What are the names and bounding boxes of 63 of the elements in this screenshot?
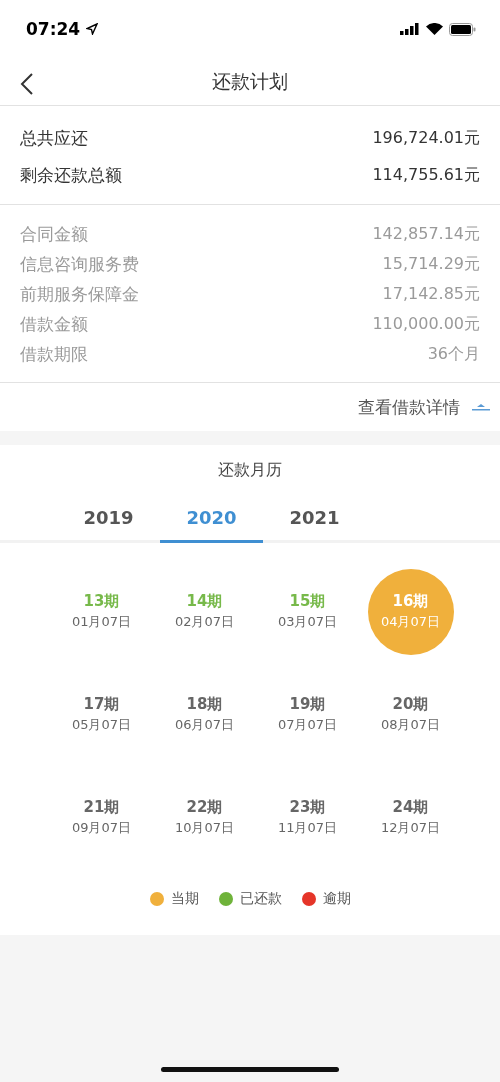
period-number: 22期 xyxy=(186,798,223,817)
period-date: 08月07日 xyxy=(380,716,441,734)
period-date: 01月07日 xyxy=(71,613,132,631)
wifi-icon xyxy=(426,23,443,35)
period-item[interactable]: 24期 12月07日 xyxy=(367,774,454,861)
period-item[interactable]: 21期 09月07日 xyxy=(58,774,145,861)
period-date: 07月07日 xyxy=(277,716,338,734)
period-number: 13期 xyxy=(83,592,120,611)
year-tab[interactable]: 2019 xyxy=(57,495,160,543)
detail-label: 合同金额 xyxy=(20,222,88,246)
legend-label: 逾期 xyxy=(322,890,351,908)
calendar-title: 还款月历 xyxy=(218,459,282,481)
period-item[interactable]: 19期 07月07日 xyxy=(264,671,351,758)
period-item[interactable]: 17期 05月07日 xyxy=(58,671,145,758)
period-date: 05月07日 xyxy=(71,716,132,734)
summary-value: 114,755.61元 xyxy=(372,165,480,186)
period-number: 19期 xyxy=(289,695,326,714)
year-tab[interactable]: 2021 xyxy=(263,495,366,543)
detail-value: 142,857.14元 xyxy=(372,223,480,245)
detail-value: 110,000.00元 xyxy=(372,313,480,335)
period-item[interactable]: 22期 10月07日 xyxy=(161,774,248,861)
status-time: 07:24 xyxy=(26,19,81,39)
signal-icon xyxy=(400,23,420,35)
detail-label: 借款金额 xyxy=(20,312,88,336)
period-number: 16期 xyxy=(392,592,429,611)
period-number: 20期 xyxy=(392,695,429,714)
period-item[interactable]: 20期 08月07日 xyxy=(367,671,454,758)
detail-value: 15,714.29元 xyxy=(382,253,480,275)
period-date: 04月07日 xyxy=(380,613,441,631)
detail-label: 前期服务保障金 xyxy=(20,282,139,306)
period-number: 17期 xyxy=(83,695,120,714)
period-date: 10月07日 xyxy=(174,819,235,837)
period-number: 14期 xyxy=(186,592,223,611)
period-date: 12月07日 xyxy=(380,819,441,837)
summary-value: 196,724.01元 xyxy=(372,128,480,149)
period-number: 23期 xyxy=(289,798,326,817)
loan-details-link[interactable]: 查看借款详情 xyxy=(358,395,490,419)
period-item[interactable]: 15期 03月07日 xyxy=(264,568,351,655)
period-date: 11月07日 xyxy=(277,819,338,837)
year-tab[interactable]: 2020 xyxy=(160,495,263,543)
period-date: 03月07日 xyxy=(277,613,338,631)
period-date: 02月07日 xyxy=(174,613,235,631)
summary-label: 剩余还款总额 xyxy=(20,164,122,187)
period-item[interactable]: 14期 02月07日 xyxy=(161,568,248,655)
page-title: 还款计划 xyxy=(212,68,288,94)
period-number: 15期 xyxy=(289,592,326,611)
period-item[interactable]: 18期 06月07日 xyxy=(161,671,248,758)
period-date: 09月07日 xyxy=(71,819,132,837)
period-number: 24期 xyxy=(392,798,429,817)
period-date: 06月07日 xyxy=(174,716,235,734)
detail-label: 信息咨询服务费 xyxy=(20,252,139,276)
summary-label: 总共应还 xyxy=(20,127,88,150)
period-item[interactable]: 23期 11月07日 xyxy=(264,774,351,861)
battery-icon xyxy=(449,22,476,36)
period-item[interactable]: 13期 01月07日 xyxy=(58,568,145,655)
detail-label: 借款期限 xyxy=(20,342,88,366)
legend-label: 已还款 xyxy=(239,890,282,908)
detail-value: 36个月 xyxy=(427,343,480,365)
legend-label: 当期 xyxy=(170,890,199,908)
location-arrow-icon xyxy=(86,23,99,35)
period-number: 18期 xyxy=(186,695,223,714)
period-number: 21期 xyxy=(83,798,120,817)
detail-value: 17,142.85元 xyxy=(382,283,480,305)
